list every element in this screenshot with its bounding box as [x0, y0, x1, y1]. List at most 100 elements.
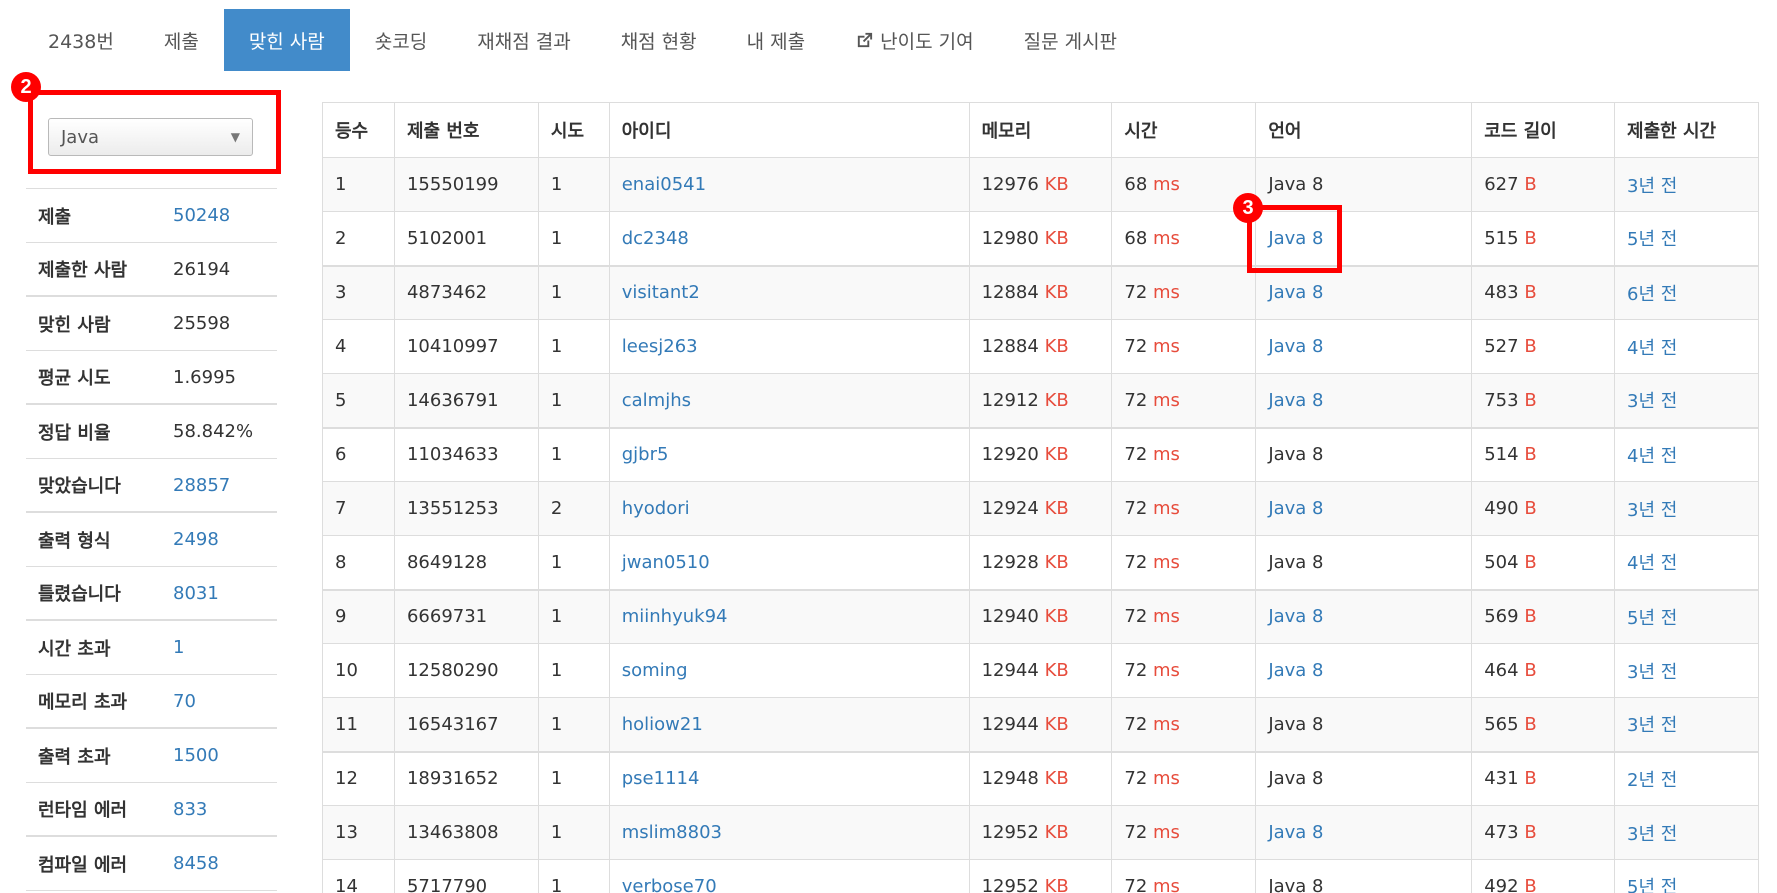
cell-submitted-at-text[interactable]: 3년 전 — [1627, 176, 1677, 197]
tab-problem[interactable]: 2438번 — [23, 9, 139, 71]
cell-time-text: 72 — [1124, 606, 1148, 628]
cell-user-link-text[interactable]: jwan0510 — [622, 552, 710, 573]
cell-rank: 3 — [322, 265, 395, 320]
header-submission-id[interactable]: 제출 번호 — [393, 102, 539, 158]
cell-memory-unit: KB — [1044, 336, 1069, 357]
cell-time-text: 72 — [1124, 822, 1148, 843]
cell-submitted-at-text[interactable]: 4년 전 — [1627, 553, 1677, 574]
cell-user-link-text[interactable]: soming — [622, 660, 688, 681]
stat-row: 런타임 에러 833 — [26, 783, 277, 837]
header-language[interactable]: 언어 — [1255, 102, 1473, 158]
header-user-id[interactable]: 아이디 — [608, 102, 970, 158]
cell-code-length-unit: B — [1524, 875, 1537, 893]
cell-user-link-text[interactable]: visitant2 — [622, 282, 700, 303]
cell-submitted-at-text[interactable]: 3년 전 — [1627, 715, 1677, 736]
cell-user-link-text[interactable]: holiow21 — [622, 714, 703, 735]
cell-user-link-text[interactable]: enai0541 — [622, 174, 706, 195]
tab-rejudge-results[interactable]: 재채점 결과 — [452, 9, 595, 71]
cell-submitted-at: 3년 전 — [1614, 157, 1759, 212]
cell-language-text[interactable]: Java 8 — [1268, 498, 1323, 519]
cell-submitted-at-text[interactable]: 3년 전 — [1627, 391, 1677, 412]
stat-value[interactable]: 2498 — [173, 529, 219, 550]
cell-submitted-at-text[interactable]: 4년 전 — [1627, 446, 1677, 467]
tab-question-board[interactable]: 질문 게시판 — [999, 9, 1142, 71]
stat-value[interactable]: 8031 — [173, 583, 219, 604]
cell-user-link-text[interactable]: mslim8803 — [622, 822, 722, 843]
table-row: 2 5102001 1 dc2348 12980 KB 68 ms Java 8 515 B5… — [322, 211, 1759, 267]
header-time[interactable]: 시간 — [1111, 102, 1257, 158]
cell-user-link-text[interactable]: miinhyuk94 — [622, 606, 728, 627]
tab-my-submissions[interactable]: 내 제출 — [722, 9, 830, 71]
cell-submitted-at: 4년 전 — [1614, 427, 1759, 482]
cell-language-text: Java 8 — [1268, 713, 1324, 735]
cell-submitted-at-text[interactable]: 2년 전 — [1627, 770, 1677, 791]
cell-tries-text: 1 — [550, 875, 563, 893]
cell-submitted-at-text[interactable]: 5년 전 — [1627, 608, 1677, 629]
stat-value[interactable]: 28857 — [173, 475, 230, 496]
cell-language-text[interactable]: Java 8 — [1268, 228, 1323, 249]
cell-user-link-text[interactable]: verbose70 — [622, 876, 717, 893]
stat-value: 26194 — [173, 258, 231, 280]
cell-language-text[interactable]: Java 8 — [1268, 606, 1323, 627]
cell-user-link-text[interactable]: gjbr5 — [622, 444, 669, 465]
tab-short-coding[interactable]: 숏코딩 — [350, 9, 452, 71]
table-row: 11 16543167 1 holiow21 12944 KB 72 ms Java 8 56… — [322, 697, 1759, 753]
cell-submission-id-text: 13463808 — [406, 822, 499, 843]
cell-time-text: 72 — [1124, 768, 1148, 790]
cell-user-link-text[interactable]: leesj263 — [622, 336, 698, 357]
language-select[interactable]: Java ▼ — [48, 118, 253, 156]
tab-solved-users[interactable]: 맞힌 사람 — [223, 9, 350, 71]
header-rank[interactable]: 등수 — [322, 102, 395, 158]
cell-language: Java 8 — [1255, 157, 1473, 212]
stat-value[interactable]: 8458 — [173, 853, 219, 874]
cell-code-length-unit: B — [1524, 551, 1537, 573]
cell-submission-id-text: 5717790 — [406, 875, 488, 893]
tab-difficulty-contribution[interactable]: 난이도 기여 — [830, 9, 998, 71]
cell-submitted-at: 4년 전 — [1614, 319, 1759, 374]
cell-language-text[interactable]: Java 8 — [1268, 822, 1323, 843]
cell-time-unit: ms — [1153, 768, 1180, 790]
cell-tries: 1 — [537, 805, 610, 860]
header-memory[interactable]: 메모리 — [968, 102, 1113, 158]
cell-user-link: jwan0510 — [608, 535, 970, 591]
tab-submit[interactable]: 제출 — [139, 9, 224, 71]
cell-language-text[interactable]: Java 8 — [1268, 336, 1323, 357]
header-submitted-at[interactable]: 제출한 시간 — [1614, 102, 1759, 158]
cell-submitted-at-text[interactable]: 3년 전 — [1627, 824, 1677, 845]
cell-tries: 1 — [537, 157, 610, 212]
cell-time-text: 72 — [1124, 498, 1148, 519]
cell-language-text[interactable]: Java 8 — [1268, 282, 1323, 303]
cell-memory: 12952 KB — [968, 805, 1113, 860]
cell-user-link: mslim8803 — [608, 805, 970, 860]
stat-value[interactable]: 1 — [173, 637, 184, 658]
stat-value[interactable]: 833 — [173, 799, 207, 820]
tab-judge-status[interactable]: 채점 현황 — [596, 9, 722, 71]
stat-label: 평균 시도 — [38, 368, 111, 389]
cell-tries: 1 — [537, 589, 610, 644]
header-code-length[interactable]: 코드 길이 — [1471, 102, 1616, 158]
cell-submitted-at-text[interactable]: 3년 전 — [1627, 500, 1677, 521]
cell-submitted-at-text[interactable]: 5년 전 — [1627, 229, 1677, 250]
cell-submitted-at-text[interactable]: 6년 전 — [1627, 284, 1677, 305]
cell-user-link: leesj263 — [608, 319, 970, 374]
cell-submitted-at-text[interactable]: 3년 전 — [1627, 662, 1677, 683]
cell-language-text[interactable]: Java 8 — [1268, 390, 1323, 411]
stat-value[interactable]: 1500 — [173, 745, 219, 766]
cell-time: 72 ms — [1111, 427, 1257, 482]
cell-time-unit: ms — [1153, 606, 1180, 628]
cell-user-link-text[interactable]: calmjhs — [622, 390, 691, 411]
cell-time: 68 ms — [1111, 211, 1257, 267]
cell-time: 72 ms — [1111, 589, 1257, 644]
stat-row: 시간 초과 1 — [26, 621, 277, 675]
cell-submitted-at-text[interactable]: 4년 전 — [1627, 338, 1677, 359]
cell-code-length-unit: B — [1524, 768, 1537, 790]
stat-value[interactable]: 50248 — [173, 205, 230, 226]
cell-user-link-text[interactable]: hyodori — [622, 498, 690, 519]
cell-submitted-at-text[interactable]: 5년 전 — [1627, 877, 1677, 893]
cell-user-link-text[interactable]: dc2348 — [622, 228, 689, 249]
cell-user-link-text[interactable]: pse1114 — [622, 768, 700, 789]
cell-language-text[interactable]: Java 8 — [1268, 660, 1323, 681]
cell-tries-text: 1 — [550, 606, 563, 628]
stat-value[interactable]: 70 — [173, 691, 196, 712]
header-tries[interactable]: 시도 — [537, 102, 610, 158]
